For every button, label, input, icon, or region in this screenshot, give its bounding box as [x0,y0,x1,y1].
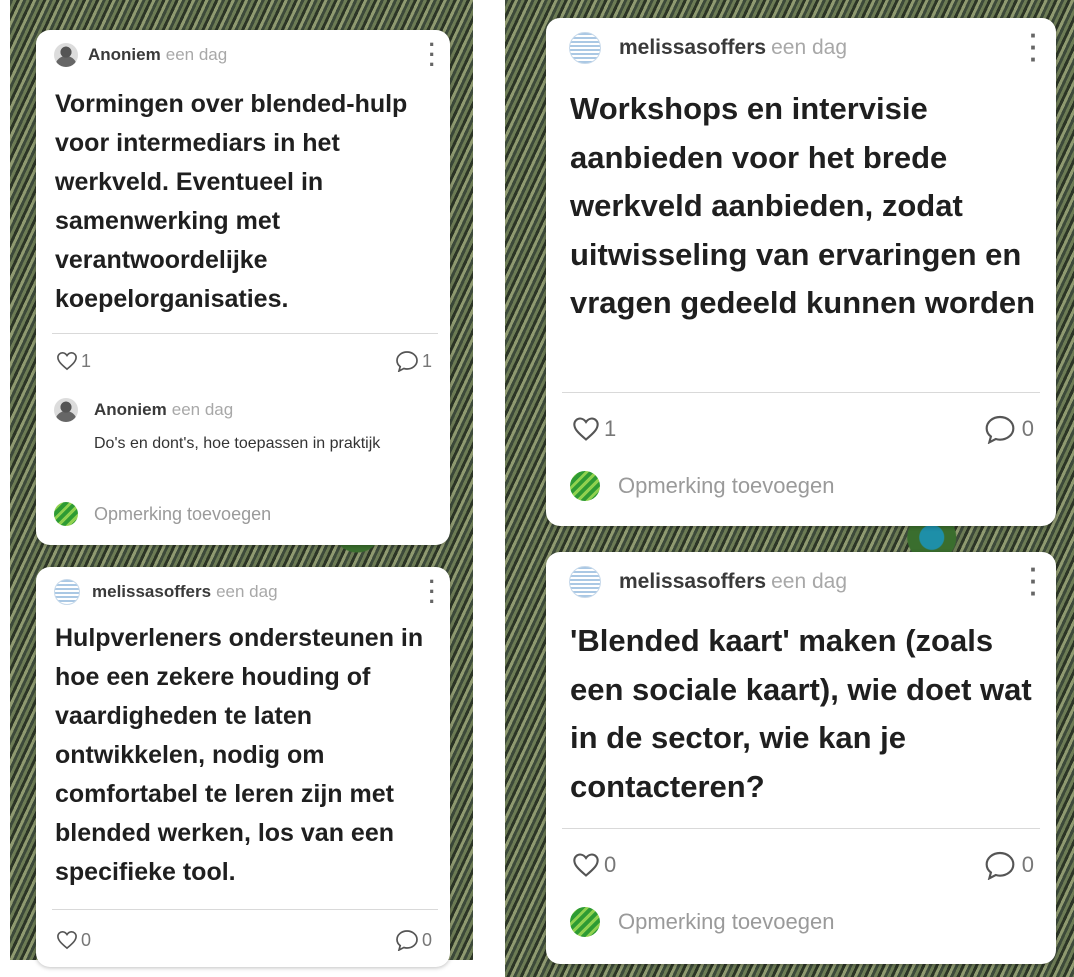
like-count: 0 [81,929,92,950]
like-button[interactable]: 1 [572,416,616,442]
divider [52,333,438,334]
comment-bubble-icon [985,851,1015,880]
comment-bubble-icon [396,930,418,951]
post-stats: 1 0 [572,414,1034,444]
comment-count: 0 [1021,416,1034,441]
comment-text: Do's en dont's, hoe toepassen in praktij… [94,435,381,452]
heart-icon [57,351,77,371]
post-card[interactable]: melissasoffers een dag · · · Workshops en … [546,18,1056,526]
more-vertical-icon[interactable]: · · · [429,34,436,76]
comment-author[interactable]: Anoniem [94,400,167,420]
like-count: 1 [81,350,92,371]
heart-icon [573,853,599,877]
post-card[interactable]: Anoniem een dag · · · Vormingen over blend… [36,30,450,545]
post-time: een dag [165,45,228,64]
comment-time: een dag [171,400,234,419]
comment-button[interactable]: 0 [984,850,1034,880]
add-comment-label: Opmerking toevoegen [618,473,835,498]
like-count: 0 [604,852,617,877]
post-time: een dag [771,570,848,593]
post-card[interactable]: melissasoffers een dag · · · Hulpverleners… [36,567,450,967]
add-comment-button[interactable]: Opmerking toevoegen [570,471,834,501]
post-author[interactable]: melissasoffers [619,570,766,594]
post-body: Workshops en intervisie aanbieden voor h… [570,91,1036,320]
more-vertical-icon[interactable]: · · · [1029,22,1038,71]
avatar[interactable] [54,398,78,422]
avatar[interactable] [54,579,80,605]
heart-icon [57,930,77,950]
more-vertical-icon[interactable]: · · · [1029,556,1038,605]
post-header: melissasoffers een dag · · · [569,556,1038,606]
avatar [54,502,78,526]
comment-button[interactable]: 1 [395,350,432,372]
post-author[interactable]: melissasoffers [619,36,766,60]
divider [562,828,1040,829]
post-author[interactable]: melissasoffers [92,582,211,602]
avatar [570,907,600,937]
like-count: 1 [604,416,617,441]
avatar [570,471,600,501]
divider [52,909,438,910]
post-stats: 1 1 [56,350,432,372]
post-header: melissasoffers een dag · · · [54,571,436,613]
avatar[interactable] [54,43,78,67]
post-header: melissasoffers een dag · · · [569,22,1038,72]
add-comment-button[interactable]: Opmerking toevoegen [570,907,834,937]
post-author[interactable]: Anoniem [88,45,161,65]
divider [562,392,1040,393]
comment-bubble-icon [396,351,418,372]
add-comment-label: Opmerking toevoegen [94,503,272,524]
post-card[interactable]: melissasoffers een dag · · · 'Blended kaar… [546,552,1056,964]
add-comment-label: Opmerking toevoegen [618,909,835,934]
avatar[interactable] [569,32,601,64]
post-time: een dag [771,36,848,59]
comment-button[interactable]: 0 [395,929,432,951]
like-button[interactable]: 0 [572,852,616,878]
heart-icon [573,417,599,441]
post-time: een dag [216,582,278,601]
like-button[interactable]: 1 [56,351,91,372]
post-stats: 0 0 [56,929,432,951]
comment-button[interactable]: 0 [984,414,1034,444]
avatar[interactable] [569,566,601,598]
comment-bubble-icon [985,415,1015,444]
comment-count: 0 [1021,852,1034,877]
like-button[interactable]: 0 [56,930,91,951]
comment-count: 1 [421,350,432,371]
post-header: Anoniem een dag · · · [54,34,436,76]
more-vertical-icon[interactable]: · · · [429,571,436,613]
post-body: Vormingen over blended-hulp voor interme… [55,90,408,313]
post-body: Hulpverleners ondersteunen in hoe een ze… [55,624,424,886]
post-stats: 0 0 [572,850,1034,880]
post-body: 'Blended kaart' maken (zoals een sociale… [570,623,1032,804]
add-comment-button[interactable]: Opmerking toevoegen [54,502,271,526]
comment-header: Anoniem een dag [54,398,233,422]
comment-count: 0 [421,929,432,950]
